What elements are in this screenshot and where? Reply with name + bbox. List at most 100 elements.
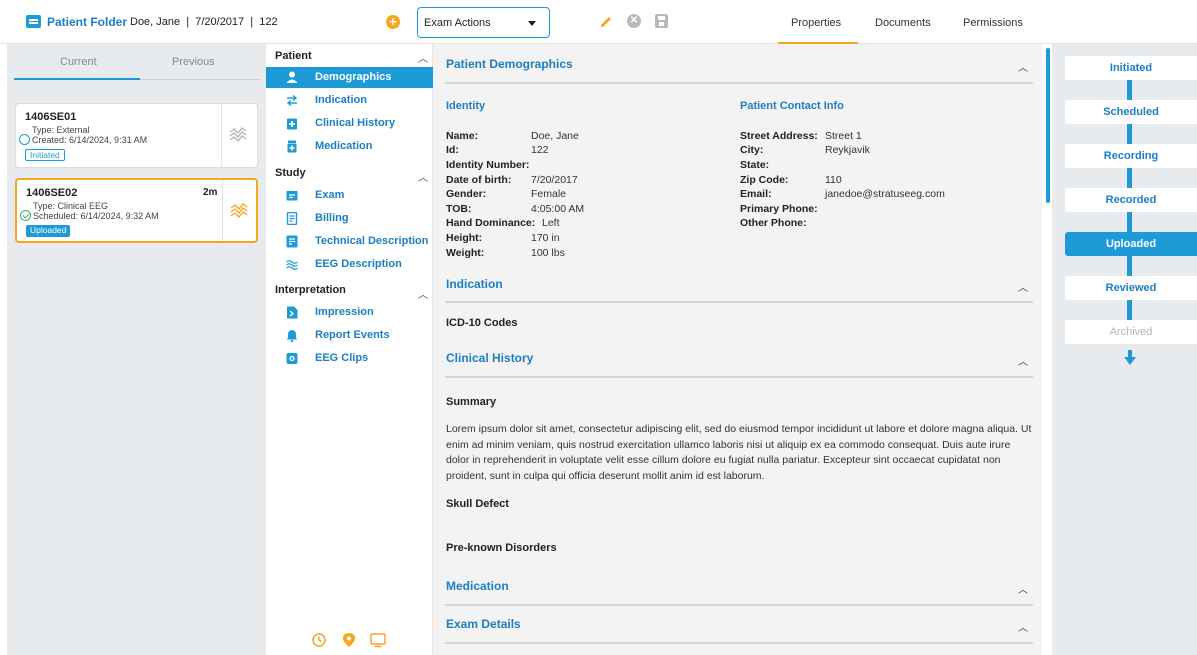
nav-item-label: Billing <box>315 212 349 224</box>
field-value: Doe, Jane <box>531 130 579 142</box>
section-divider <box>445 642 1033 644</box>
nav-item-technical-description[interactable]: Technical Description <box>266 231 433 252</box>
exam-actions-dropdown[interactable]: Exam Actions <box>417 7 550 38</box>
document-arrow-icon <box>287 306 298 319</box>
chevron-up-icon[interactable]: ︿ <box>1018 279 1028 294</box>
nav-item-eeg-clips[interactable]: EEG Clips <box>266 348 433 369</box>
field-label: Primary Phone: <box>740 203 818 215</box>
field-label: Date of birth: <box>446 174 512 186</box>
nav-bottom-toolbar <box>312 633 386 648</box>
content-scrollbar[interactable] <box>1044 44 1052 655</box>
history-icon[interactable] <box>312 633 326 647</box>
folder-title: Patient Folder <box>47 15 128 29</box>
nav-item-report-events[interactable]: Report Events <box>266 325 433 346</box>
exam-card[interactable]: 1406SE01 Type: External Created: 6/14/20… <box>15 103 258 168</box>
nav-section-study[interactable]: Study <box>275 167 306 179</box>
summary-text: Lorem ipsum dolor sit amet, consectetur … <box>446 423 1032 482</box>
nav-item-clinical-history[interactable]: Clinical History <box>266 113 433 134</box>
field-value: 122 <box>531 144 549 156</box>
receipt-icon <box>286 212 298 225</box>
nav-item-label: EEG Description <box>315 258 402 270</box>
nav-item-label: Indication <box>315 94 367 106</box>
field-label: TOB: <box>446 203 472 215</box>
nav-item-indication[interactable]: Indication <box>266 90 433 111</box>
field-value: Left <box>542 217 560 229</box>
chevron-up-icon[interactable]: ︿ <box>1018 353 1028 368</box>
section-title-indication[interactable]: Indication <box>446 277 503 291</box>
nav-item-label: Clinical History <box>315 117 396 129</box>
nav-section-patient[interactable]: Patient <box>275 50 312 62</box>
nav-item-billing[interactable]: Billing <box>266 208 433 229</box>
workflow-step-reviewed[interactable]: Reviewed <box>1065 276 1197 300</box>
workflow-step-uploaded[interactable]: Uploaded <box>1065 232 1197 256</box>
nav-item-label: Medication <box>315 140 373 152</box>
tab-current[interactable]: Current <box>60 56 97 68</box>
exam-actions-label: Exam Actions <box>424 17 491 29</box>
medical-clipboard-icon <box>287 118 297 130</box>
location-pin-icon[interactable] <box>343 633 355 647</box>
field-label: Id: <box>446 144 459 156</box>
add-exam-button[interactable]: + <box>386 15 400 29</box>
exam-id: 1406SE02 <box>26 187 78 199</box>
field-label: Name: <box>446 130 479 142</box>
workflow-step-initiated[interactable]: Initiated <box>1065 56 1197 80</box>
tab-documents[interactable]: Documents <box>875 17 931 29</box>
eeg-wave-icon[interactable] <box>229 126 247 142</box>
summary-label: Summary <box>446 396 497 408</box>
nav-item-label: Technical Description <box>315 235 429 247</box>
tab-properties[interactable]: Properties <box>791 17 841 29</box>
arrow-down-icon <box>1124 350 1136 365</box>
exam-id: 1406SE01 <box>25 111 77 123</box>
eeg-wave-icon <box>286 260 298 270</box>
chevron-up-icon[interactable]: ︿ <box>1018 619 1028 634</box>
cancel-icon[interactable]: ✕ <box>627 14 641 28</box>
top-bar: Patient Folder Doe, Jane | 7/20/2017 | 1… <box>0 0 1197 44</box>
tab-permissions[interactable]: Permissions <box>963 17 1023 29</box>
tab-previous[interactable]: Previous <box>172 56 215 68</box>
scroll-thumb[interactable] <box>1046 48 1050 203</box>
field-label: Street Address: <box>740 130 818 142</box>
section-title-demographics[interactable]: Patient Demographics <box>446 57 573 71</box>
card-divider <box>221 104 222 167</box>
chevron-up-icon[interactable]: ︿ <box>1018 59 1028 74</box>
exam-age: 2m <box>203 187 218 198</box>
exam-card-selected[interactable]: 1406SE02 2m Type: Clinical EEG Scheduled… <box>15 178 258 243</box>
field-value: Street 1 <box>825 130 862 142</box>
active-subtab-indicator <box>14 78 140 80</box>
document-edit-icon <box>286 235 298 248</box>
section-divider <box>445 82 1033 84</box>
chevron-up-icon[interactable]: ︿ <box>418 50 428 65</box>
field-label: State: <box>740 159 770 171</box>
nav-item-eeg-description[interactable]: EEG Description <box>266 254 433 275</box>
medication-icon <box>287 140 297 153</box>
nav-section-interpretation[interactable]: Interpretation <box>275 284 346 296</box>
workflow-step-archived[interactable]: Archived <box>1065 320 1197 344</box>
workflow-step-recorded[interactable]: Recorded <box>1065 188 1197 212</box>
chevron-up-icon[interactable]: ︿ <box>418 169 428 184</box>
field-label: City: <box>740 144 764 156</box>
chevron-up-icon[interactable]: ︿ <box>418 286 428 301</box>
workflow-connector <box>1127 168 1132 188</box>
section-title-exam-details[interactable]: Exam Details <box>446 617 521 631</box>
workflow-step-recording[interactable]: Recording <box>1065 144 1197 168</box>
field-label: Identity Number: <box>446 159 530 171</box>
chevron-up-icon[interactable]: ︿ <box>1018 581 1028 596</box>
subtab-divider <box>140 79 260 80</box>
monitor-icon[interactable] <box>370 633 386 648</box>
nav-item-exam[interactable]: Exam <box>266 185 433 206</box>
eeg-wave-icon[interactable] <box>230 202 248 218</box>
exam-type: Type: External <box>32 125 90 135</box>
nav-item-demographics[interactable]: Demographics <box>266 67 433 88</box>
nav-item-impression[interactable]: Impression <box>266 302 433 323</box>
section-title-medication[interactable]: Medication <box>446 579 509 593</box>
save-icon[interactable] <box>655 14 668 28</box>
exam-date: Scheduled: 6/14/2024, 9:32 AM <box>33 211 159 221</box>
field-label: Email: <box>740 188 772 200</box>
edit-pencil-icon[interactable] <box>598 14 614 30</box>
section-title-clinical-history[interactable]: Clinical History <box>446 351 533 365</box>
workflow-panel: Initiated Scheduled Recording Recorded U… <box>1052 44 1197 655</box>
contact-heading: Patient Contact Info <box>740 100 844 112</box>
nav-item-medication[interactable]: Medication <box>266 136 433 157</box>
status-circle-icon <box>19 134 30 145</box>
workflow-step-scheduled[interactable]: Scheduled <box>1065 100 1197 124</box>
